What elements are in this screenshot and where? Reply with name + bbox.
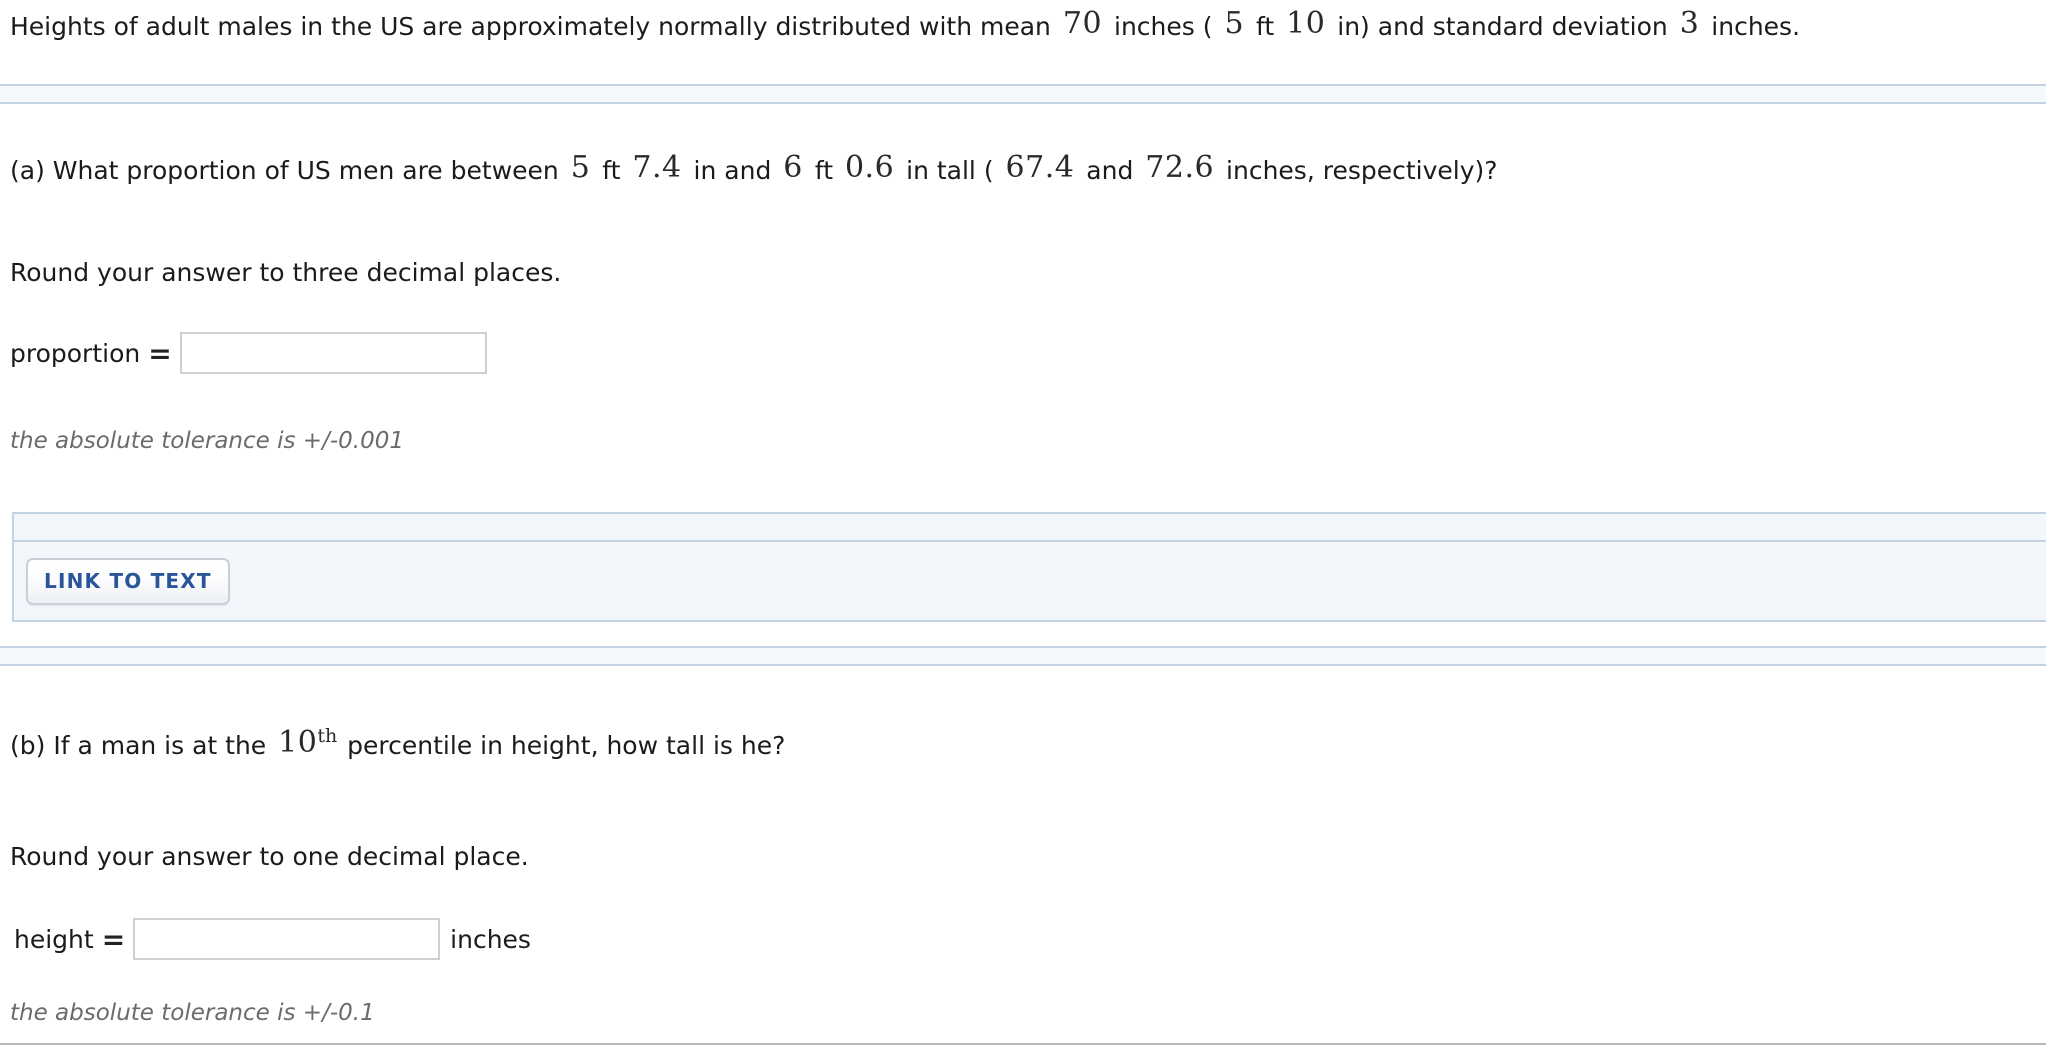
part-a-text-3: in tall (: [906, 156, 994, 185]
stem-text-1: Heights of adult males in the US are app…: [10, 12, 1051, 41]
stem-mean-inches-remainder: 10: [1286, 6, 1326, 41]
part-b-answer-row: height = inches: [14, 918, 531, 960]
link-panel-body: LINK TO TEXT: [12, 540, 2046, 622]
part-b-text-1: (b) If a man is at the: [10, 731, 267, 760]
part-b-rounding-note: Round your answer to one decimal place.: [10, 842, 529, 871]
part-a-text-5: inches, respectively)?: [1226, 156, 1498, 185]
stem-text-4: inches.: [1711, 12, 1801, 41]
part-a-high-total-inches: 72.6: [1145, 150, 1215, 185]
section-separator-middle: [0, 646, 2046, 666]
link-to-text-panel: LINK TO TEXT: [12, 512, 2046, 622]
stem-text-3: in) and standard deviation: [1337, 12, 1668, 41]
part-a-text-1: (a) What proportion of US men are betwee…: [10, 156, 559, 185]
stem-mean-feet: 5: [1224, 6, 1245, 41]
height-input[interactable]: [133, 918, 441, 960]
part-a-text-4: and: [1086, 156, 1134, 185]
stem-mean-inches: 70: [1062, 6, 1103, 41]
part-b-answer-label: height: [14, 924, 94, 954]
part-a-text-2: in and: [693, 156, 772, 185]
part-b-percentile-suffix: th: [317, 725, 338, 747]
link-panel-top-strip: [12, 512, 2046, 540]
stem-standard-deviation: 3: [1679, 6, 1700, 41]
part-b-question: (b) If a man is at the 10th percentile i…: [10, 725, 785, 761]
part-a-low-feet: 5: [570, 150, 591, 185]
part-b-text-2: percentile in height, how tall is he?: [347, 731, 786, 760]
part-a-tolerance: the absolute tolerance is +/-0.001: [10, 428, 404, 454]
part-a-answer-label: proportion: [10, 338, 141, 368]
part-b-percentile-number: 10: [278, 725, 318, 760]
part-a-question: (a) What proportion of US men are betwee…: [10, 150, 1498, 186]
section-separator-top: [0, 84, 2046, 104]
part-b-equals-sign: =: [101, 922, 126, 956]
part-b-percentile: 10th: [274, 725, 339, 760]
part-a-unit-ft-1: ft: [602, 156, 621, 185]
link-to-text-button[interactable]: LINK TO TEXT: [26, 557, 230, 605]
proportion-input[interactable]: [179, 332, 487, 374]
stem-text-2: inches (: [1114, 12, 1213, 41]
part-a-rounding-note: Round your answer to three decimal place…: [10, 258, 562, 287]
part-b-tolerance: the absolute tolerance is +/-0.1: [10, 1000, 375, 1026]
page-bottom-rule: [0, 1043, 2046, 1045]
part-a-high-inches-remainder: 0.6: [844, 150, 895, 185]
problem-stem: Heights of adult males in the US are app…: [10, 6, 1800, 42]
part-a-answer-row: proportion =: [10, 332, 487, 374]
part-a-low-total-inches: 67.4: [1005, 150, 1075, 185]
stem-unit-ft: ft: [1256, 12, 1275, 41]
part-a-unit-ft-2: ft: [814, 156, 833, 185]
part-a-low-inches-remainder: 7.4: [632, 150, 682, 185]
part-b-unit-label: inches: [450, 924, 531, 954]
part-a-high-feet: 6: [783, 150, 803, 185]
part-a-equals-sign: =: [148, 336, 172, 370]
